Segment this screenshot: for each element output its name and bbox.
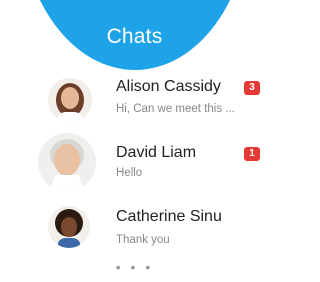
woman-avatar-icon: [48, 78, 92, 122]
chat-item-alison[interactable]: Alison Cassidy 3 Hi, Can we meet this ..…: [0, 70, 269, 134]
chat-list-screen: Chats Alison Cassidy 3 Hi, Can we meet t…: [0, 0, 269, 282]
chat-name: Catherine Sinu: [116, 208, 222, 225]
chat-item-catherine[interactable]: Catherine Sinu Thank you: [0, 198, 269, 262]
page-title: Chats: [106, 25, 163, 48]
chat-name: David Liam: [116, 144, 197, 161]
chat-preview: Hi, Can we meet this ...: [116, 103, 235, 115]
more-icon[interactable]: • • •: [0, 259, 269, 275]
unread-badge: 1: [244, 147, 260, 161]
chat-preview: Thank you: [116, 234, 170, 246]
man-avatar-icon: [38, 133, 96, 191]
avatar: [48, 206, 90, 248]
avatar: [38, 133, 96, 191]
unread-badge: 3: [244, 81, 260, 95]
avatar: [48, 78, 92, 122]
woman-avatar-icon: [48, 206, 90, 248]
chat-name: Alison Cassidy: [116, 78, 221, 95]
chat-item-david[interactable]: David Liam 1 Hello: [0, 130, 269, 194]
chat-preview: Hello: [116, 167, 143, 179]
